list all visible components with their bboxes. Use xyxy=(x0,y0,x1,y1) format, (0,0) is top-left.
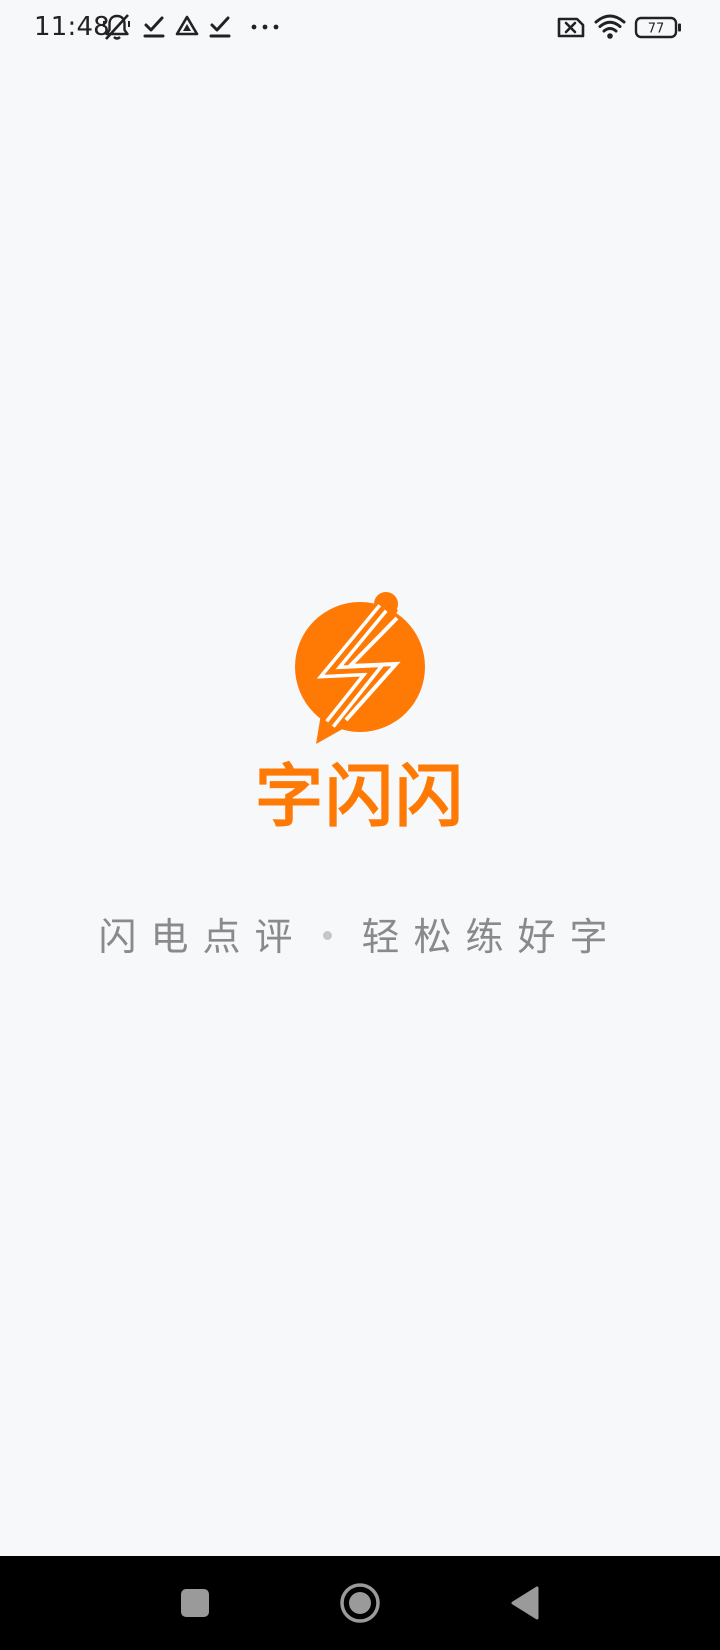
no-sim-icon xyxy=(556,11,586,43)
mute-bell-icon xyxy=(102,11,132,43)
home-button[interactable] xyxy=(315,1556,405,1650)
circle-icon xyxy=(340,1583,380,1623)
slogan-separator-dot xyxy=(322,931,332,940)
slogan-left: 闪电点评 xyxy=(98,915,307,959)
battery-icon: 77 xyxy=(634,11,682,43)
check-icon xyxy=(142,11,166,43)
recents-button[interactable] xyxy=(150,1556,240,1650)
check-icon xyxy=(208,11,232,43)
app-logo xyxy=(290,592,430,748)
status-time: 11:48 xyxy=(34,12,110,42)
wifi-icon xyxy=(594,11,626,43)
slogan: 闪电点评 轻松练好字 xyxy=(0,912,720,962)
drive-icon xyxy=(174,11,200,43)
more-dots-icon xyxy=(250,11,280,43)
status-bar: 11:48 77 xyxy=(0,0,720,54)
battery-level: 77 xyxy=(648,22,665,37)
back-button[interactable] xyxy=(480,1556,570,1650)
app-name: 字闪闪 xyxy=(254,757,465,837)
back-triangle-icon xyxy=(511,1586,539,1620)
slogan-right: 轻松练好字 xyxy=(361,915,622,959)
square-icon xyxy=(181,1589,209,1617)
navigation-bar xyxy=(0,1556,720,1650)
